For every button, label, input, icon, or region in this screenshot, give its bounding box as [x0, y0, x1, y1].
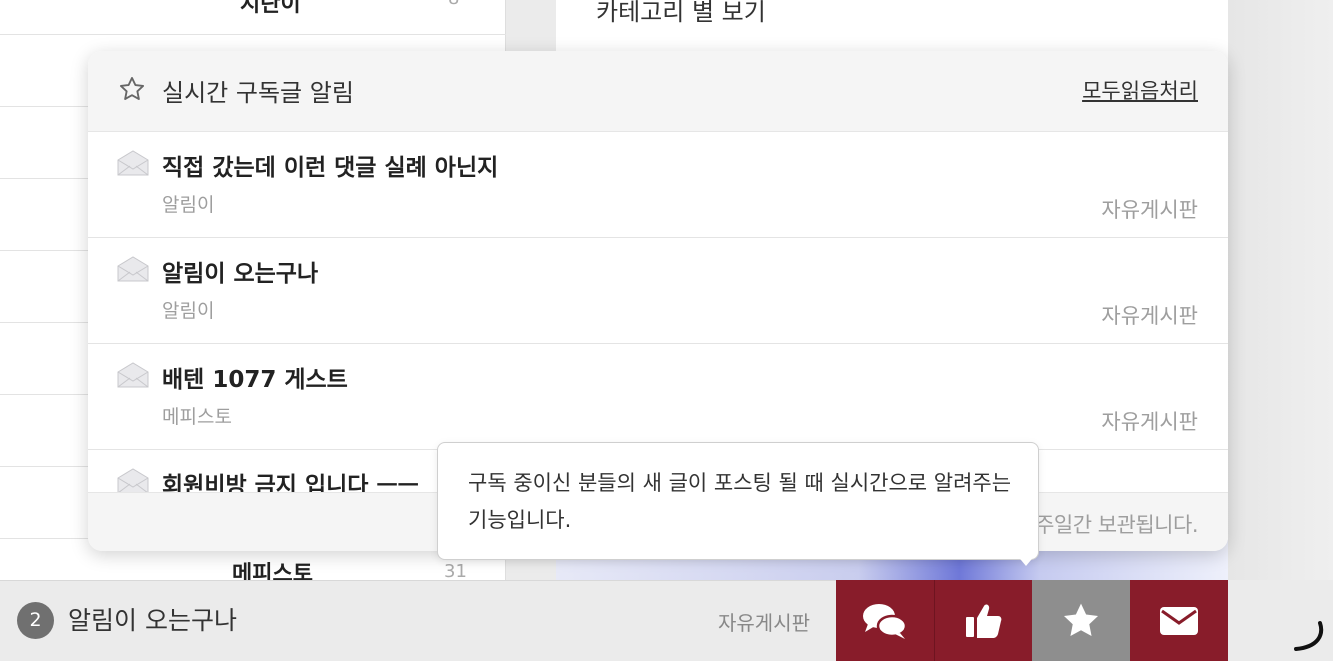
latest-notification-bar[interactable]: 2 알림이 오는구나 자유게시판	[0, 580, 836, 661]
item-author: 알림이	[162, 194, 215, 216]
notification-list[interactable]: 직접 갔는데 이런 댓글 실례 아닌지 알림이 자유게시판 알림이 오는구나 알…	[88, 132, 1228, 492]
latest-notification-title[interactable]: 알림이 오는구나	[68, 601, 237, 637]
open-envelope-icon	[117, 256, 149, 282]
envelope-icon	[1160, 606, 1198, 635]
panel-title: 실시간 구독글 알림	[162, 79, 354, 107]
item-board: 자유게시판	[1101, 410, 1198, 434]
item-board: 자유게시판	[1101, 198, 1198, 222]
item-title: 회원비방 금지 입니다 ㅡㅡ	[162, 473, 419, 492]
list-item[interactable]: 배텐 1077 게스트 메피스토 자유게시판	[88, 344, 1228, 450]
list-divider	[0, 34, 506, 35]
comments-tab-button[interactable]	[836, 580, 934, 661]
item-board: 자유게시판	[1101, 304, 1198, 328]
mark-all-read-link[interactable]: 모두읽음처리	[1082, 75, 1198, 105]
tooltip-pointer	[1016, 554, 1036, 566]
tooltip-text: 구독 중이신 분들의 새 글이 포스팅 될 때 실시간으로 알려주는 기능입니다…	[468, 471, 1012, 532]
list-author-name: 지란이	[240, 0, 301, 17]
list-item[interactable]: 직접 갔는데 이런 댓글 실례 아닌지 알림이 자유게시판	[88, 132, 1228, 238]
list-author-count: 8	[448, 0, 459, 9]
category-view-title[interactable]: 카테고리 별 보기	[596, 0, 766, 27]
feature-tooltip: 구독 중이신 분들의 새 글이 포스팅 될 때 실시간으로 알려주는 기능입니다…	[437, 442, 1039, 560]
star-outline-icon	[119, 76, 145, 100]
comments-icon	[863, 603, 908, 639]
notification-count-badge: 2	[17, 602, 54, 639]
open-envelope-icon	[117, 468, 149, 492]
thumbs-up-icon	[965, 604, 1001, 638]
item-title: 알림이 오는구나	[162, 261, 319, 287]
background-margin	[1228, 0, 1333, 580]
retention-note: 주일간 보관됩니다.	[1035, 513, 1198, 537]
item-author: 알림이	[162, 300, 215, 322]
item-author: 메피스토	[162, 406, 232, 428]
star-icon	[1063, 603, 1099, 636]
list-author-count: 31	[444, 561, 467, 582]
item-title: 배텐 1077 게스트	[162, 367, 348, 393]
list-item[interactable]: 알림이 오는구나 알림이 자유게시판	[88, 238, 1228, 344]
panel-header: 실시간 구독글 알림 모두읽음처리	[88, 51, 1228, 132]
loading-spinner-icon	[1294, 621, 1324, 651]
latest-notification-board: 자유게시판	[718, 611, 810, 635]
item-title: 직접 갔는데 이런 댓글 실례 아닌지	[162, 155, 499, 181]
open-envelope-icon	[117, 362, 149, 388]
open-envelope-icon	[117, 150, 149, 176]
likes-tab-button[interactable]	[934, 580, 1032, 661]
messages-tab-button[interactable]	[1130, 580, 1228, 661]
subscriptions-tab-button[interactable]	[1032, 580, 1130, 661]
